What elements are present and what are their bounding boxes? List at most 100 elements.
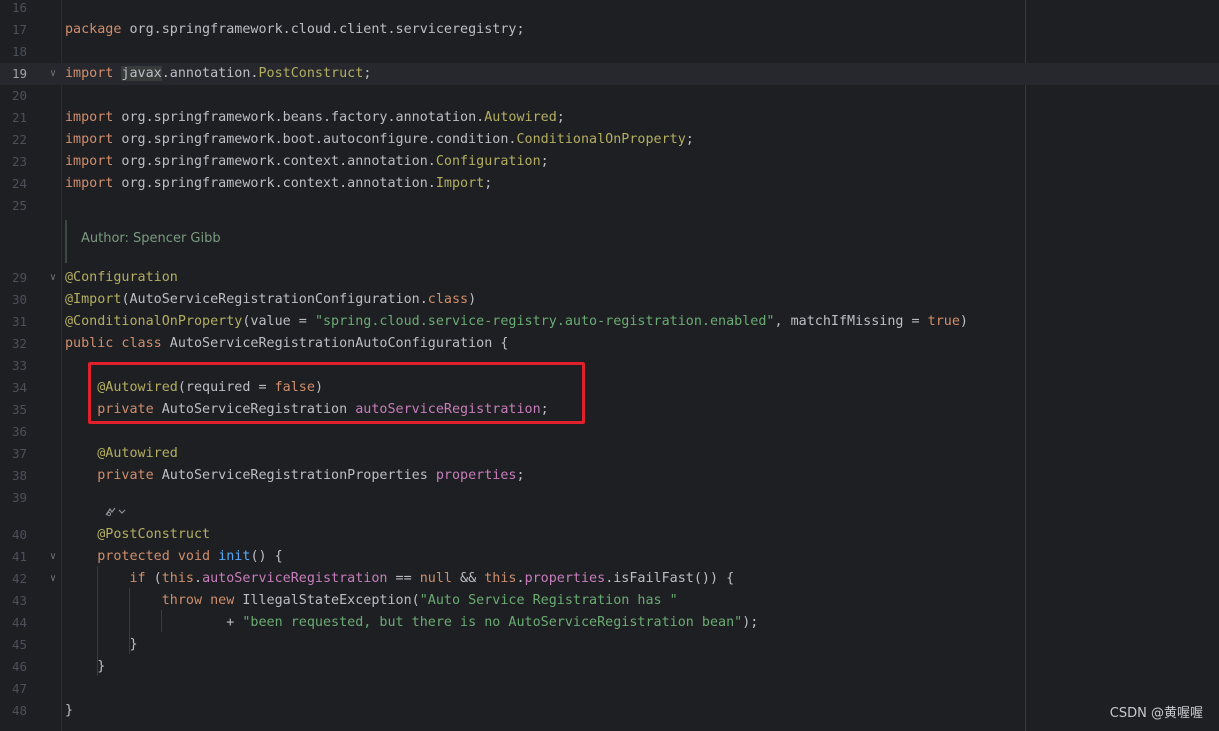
code-text[interactable]: throw new IllegalStateException("Auto Se…	[65, 590, 678, 612]
line-number[interactable]: 45	[0, 634, 27, 656]
line-number[interactable]: 42	[0, 568, 27, 590]
fold-chevron-icon[interactable]: ∨	[50, 63, 60, 85]
line-number[interactable]: 37	[0, 443, 27, 465]
line-number[interactable]: 48	[0, 700, 27, 722]
code-line[interactable]: 16	[0, 0, 1219, 19]
line-number[interactable]: 18	[0, 41, 27, 63]
ai-assist-icon[interactable]	[104, 506, 126, 521]
line-number[interactable]: 33	[0, 355, 27, 377]
code-line[interactable]: 19 ∨ import javax.annotation.PostConstruct…	[0, 63, 1219, 85]
line-number[interactable]: 23	[0, 151, 27, 173]
code-text[interactable]: import org.springframework.context.annot…	[65, 173, 492, 195]
line-number[interactable]: 35	[0, 399, 27, 421]
code-token: }	[65, 637, 138, 652]
line-number[interactable]: 30	[0, 289, 27, 311]
line-number[interactable]: 25	[0, 195, 27, 217]
code-line[interactable]: 22 import org.springframework.boot.autoco…	[0, 129, 1219, 151]
code-text[interactable]: import org.springframework.boot.autoconf…	[65, 129, 694, 151]
code-token: Import	[435, 176, 485, 191]
line-number[interactable]: 38	[0, 465, 27, 487]
code-token: ;	[516, 468, 525, 483]
code-token: import	[65, 132, 114, 147]
code-line[interactable]: 30 @Import(AutoServiceRegistrationConfigu…	[0, 289, 1219, 311]
code-text[interactable]: protected void init() {	[65, 546, 282, 568]
code-token: import	[65, 154, 114, 169]
code-line[interactable]: 31 @ConditionalOnProperty(value = "spring…	[0, 311, 1219, 333]
code-line[interactable]: 36	[0, 421, 1219, 443]
code-token: ConditionalOnProperty	[516, 132, 686, 147]
code-token: @PostConstruct	[97, 527, 211, 542]
code-token: }	[65, 703, 74, 718]
line-number[interactable]: 32	[0, 333, 27, 355]
code-token: "Auto Service Registration has "	[419, 593, 678, 608]
code-line[interactable]: 23 import org.springframework.context.ann…	[0, 151, 1219, 173]
code-text[interactable]: }	[65, 700, 73, 722]
rendered-doc-comment[interactable]: Author: Spencer Gibb	[65, 220, 665, 263]
code-line[interactable]: 20	[0, 85, 1219, 107]
code-text[interactable]: }	[65, 656, 105, 678]
code-line[interactable]: 24 import org.springframework.context.ann…	[0, 173, 1219, 195]
code-line[interactable]: 48}	[0, 700, 1219, 722]
line-number[interactable]: 34	[0, 377, 27, 399]
line-number[interactable]: 39	[0, 487, 27, 509]
fold-chevron-icon[interactable]: ∨	[50, 568, 60, 590]
code-line[interactable]: 46 }	[0, 656, 1219, 678]
code-line[interactable]: 37 @Autowired	[0, 443, 1219, 465]
line-number[interactable]: 46	[0, 656, 27, 678]
code-line[interactable]: 43 throw new IllegalStateException("Auto…	[0, 590, 1219, 612]
code-text[interactable]: + "been requested, but there is no AutoS…	[65, 612, 758, 634]
line-number[interactable]: 47	[0, 678, 27, 700]
code-text[interactable]: @Autowired	[65, 443, 178, 465]
fold-chevron-icon[interactable]: ∨	[50, 267, 60, 289]
code-text[interactable]: @ConditionalOnProperty(value = "spring.c…	[65, 311, 968, 333]
line-number[interactable]: 24	[0, 173, 27, 195]
fold-chevron-icon[interactable]: ∨	[50, 546, 60, 568]
code-text[interactable]: @Configuration	[65, 267, 178, 289]
code-token: (AutoServiceRegistrationConfiguration.	[121, 292, 428, 307]
code-line[interactable]: 17 package org.springframework.cloud.clie…	[0, 19, 1219, 41]
code-text[interactable]: }	[65, 634, 138, 656]
line-number[interactable]: 17	[0, 19, 27, 41]
line-number[interactable]: 19	[0, 63, 27, 85]
line-number[interactable]: 20	[0, 85, 27, 107]
line-number[interactable]: 41	[0, 546, 27, 568]
line-number[interactable]: 16	[0, 0, 27, 19]
line-number[interactable]: 21	[0, 107, 27, 129]
code-line[interactable]: 25	[0, 195, 1219, 217]
line-number[interactable]: 40	[0, 524, 27, 546]
code-line[interactable]: 42 ∨ if (this.autoServiceRegistration == …	[0, 568, 1219, 590]
code-text[interactable]: if (this.autoServiceRegistration == null…	[65, 568, 735, 590]
line-number[interactable]: 22	[0, 129, 27, 151]
code-line[interactable]: 38 private AutoServiceRegistrationProper…	[0, 465, 1219, 487]
code-token: .	[516, 571, 525, 586]
code-line[interactable]: 39	[0, 487, 1219, 509]
code-text[interactable]: public class AutoServiceRegistrationAuto…	[65, 333, 508, 355]
code-line[interactable]: 45 }	[0, 634, 1219, 656]
code-line[interactable]: 41 ∨ protected void init() {	[0, 546, 1219, 568]
code-text[interactable]: @PostConstruct	[65, 524, 210, 546]
code-token: import	[65, 110, 114, 125]
code-line[interactable]: 29 ∨ @Configuration	[0, 267, 1219, 289]
line-number[interactable]: 29	[0, 267, 27, 289]
code-editor[interactable]: 16 17 package org.springframework.cloud.cl…	[0, 0, 1219, 731]
code-line[interactable]: 32 public class AutoServiceRegistrationAu…	[0, 333, 1219, 355]
code-token: AutoServiceRegistrationAutoConfiguration…	[161, 336, 509, 351]
code-text[interactable]: @Import(AutoServiceRegistrationConfigura…	[65, 289, 476, 311]
line-number[interactable]: 36	[0, 421, 27, 443]
code-text[interactable]: private AutoServiceRegistrationPropertie…	[65, 465, 525, 487]
line-number[interactable]: 44	[0, 612, 27, 634]
code-line[interactable]: 47	[0, 678, 1219, 700]
code-text[interactable]: import org.springframework.context.annot…	[65, 151, 549, 173]
code-line[interactable]: 44 + "been requested, but there is no Au…	[0, 612, 1219, 634]
code-text[interactable]: import org.springframework.beans.factory…	[65, 107, 565, 129]
code-token: ;	[484, 176, 493, 191]
line-number[interactable]: 43	[0, 590, 27, 612]
code-text[interactable]: import javax.annotation.PostConstruct;	[65, 63, 371, 85]
code-line[interactable]: 21 import org.springframework.beans.facto…	[0, 107, 1219, 129]
code-line[interactable]: 18	[0, 41, 1219, 63]
code-line[interactable]: 40 @PostConstruct	[0, 524, 1219, 546]
code-text[interactable]: package org.springframework.cloud.client…	[65, 19, 525, 41]
line-number[interactable]: 31	[0, 311, 27, 333]
